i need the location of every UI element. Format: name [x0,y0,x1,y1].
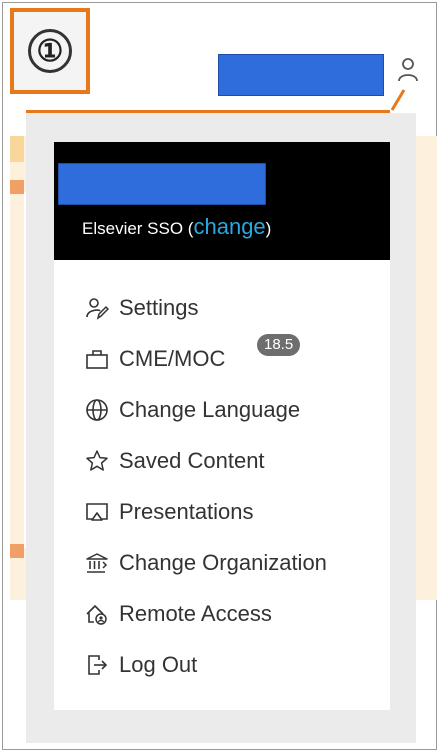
menu-item-label: Saved Content [119,447,265,473]
account-name-redacted [58,163,266,205]
menu-item-log-out[interactable]: Log Out [54,639,390,690]
menu-item-settings[interactable]: Settings [54,282,390,333]
logout-icon [88,654,108,675]
menu-item-presentations[interactable]: Presentations [54,486,390,537]
account-header: Elsevier SSO (change) [54,142,390,260]
account-dropdown: Elsevier SSO (change) Settings CME/MOC 1… [54,142,390,710]
account-menu: Settings CME/MOC 18.5 Change Language Sa… [54,282,390,690]
menu-item-change-organization[interactable]: Change Organization [54,537,390,588]
sso-line: Elsevier SSO (change) [82,214,271,240]
menu-item-label: CME/MOC [119,345,226,371]
settings-user-icon [86,297,109,320]
menu-item-label: Log Out [119,651,198,677]
user-icon[interactable] [396,55,420,85]
remote-home-icon [86,604,107,625]
background-accent [10,180,24,194]
menu-item-label: Presentations [119,498,254,524]
step-callout: ① [10,8,90,94]
briefcase-icon [86,349,108,369]
menu-item-change-language[interactable]: Change Language [54,384,390,435]
menu-item-label: Remote Access [119,600,272,626]
menu-item-label: Settings [119,294,199,320]
sso-change-link[interactable]: change [193,214,265,239]
sso-suffix: ) [265,219,272,238]
globe-icon [86,398,108,421]
menu-item-saved-content[interactable]: Saved Content [54,435,390,486]
star-icon [86,449,108,471]
callout-line [26,110,390,113]
menu-item-cme-moc[interactable]: CME/MOC 18.5 [54,333,390,384]
username-redacted [218,54,384,96]
institution-icon [86,552,108,573]
background-accent [10,544,24,558]
step-number: ① [28,29,72,73]
menu-item-label: Change Organization [119,549,327,575]
presentation-icon [86,502,108,521]
callout-pointer [390,89,406,111]
menu-item-remote-access[interactable]: Remote Access [54,588,390,639]
sso-prefix: Elsevier SSO ( [82,219,194,238]
background-accent [10,136,24,162]
cme-credit-badge: 18.5 [257,334,301,356]
menu-item-label: Change Language [119,396,301,422]
